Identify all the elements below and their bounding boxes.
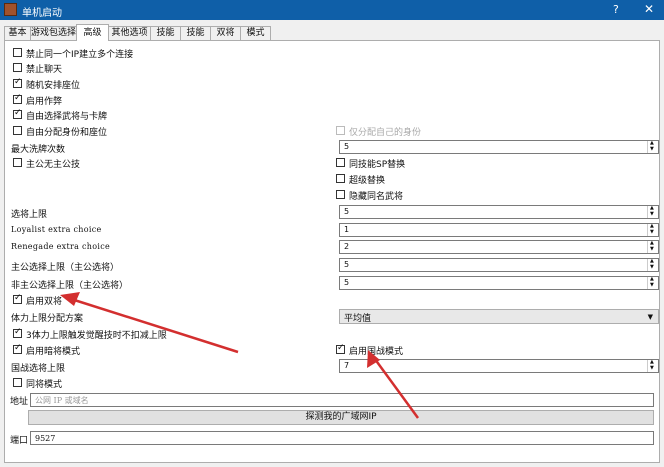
spinbox-arrows[interactable]: ▲ ▼ xyxy=(647,241,658,253)
spinbox-arrows[interactable]: ▲ ▼ xyxy=(647,277,658,289)
spinbox-value: 1 xyxy=(344,225,350,234)
choose-limit-spinbox[interactable]: 5 ▲ ▼ xyxy=(339,205,659,219)
option-label: 启用双将 xyxy=(26,297,63,307)
chevron-down-icon[interactable]: ▼ xyxy=(648,313,653,321)
checkbox[interactable] xyxy=(13,327,22,338)
lord-limit-spinbox[interactable]: 5 ▲ ▼ xyxy=(339,258,659,272)
national-limit-spinbox[interactable]: 7 ▲ ▼ xyxy=(339,359,659,373)
lord-limit-label: 主公选择上限（主公选将） xyxy=(11,263,120,273)
option-label: 超级替换 xyxy=(349,176,386,186)
tab-skills-1[interactable]: 技能 xyxy=(150,26,181,40)
checkbox[interactable] xyxy=(13,378,22,387)
option-label: 启用作弊 xyxy=(26,97,63,107)
option-label: 仅分配自己的身份 xyxy=(349,128,422,138)
option-label: 同技能SP替换 xyxy=(349,160,406,170)
option-label: 自由分配身份和座位 xyxy=(26,128,108,138)
spinbox-value: 5 xyxy=(344,142,350,151)
loyalist-extra-label: Loyalist extra choice xyxy=(11,225,102,234)
nonlord-limit-label: 非主公选择上限（主公选将） xyxy=(11,281,129,291)
choose-limit-label: 选将上限 xyxy=(11,210,48,220)
checkbox[interactable] xyxy=(13,158,22,167)
nonlord-limit-spinbox[interactable]: 5 ▲ ▼ xyxy=(339,276,659,290)
national-limit-label: 国战选将上限 xyxy=(11,364,66,374)
loyalist-extra-spinbox[interactable]: 1 ▲ ▼ xyxy=(339,223,659,237)
checkbox[interactable] xyxy=(13,93,22,104)
checkbox[interactable] xyxy=(336,343,345,354)
option-label: 同将模式 xyxy=(26,380,63,390)
option-label: 主公无主公技 xyxy=(26,160,81,170)
renegade-extra-spinbox[interactable]: 2 ▲ ▼ xyxy=(339,240,659,254)
address-field[interactable] xyxy=(30,393,654,407)
max-shuffle-label: 最大洗牌次数 xyxy=(11,145,66,155)
spin-down-icon[interactable]: ▼ xyxy=(650,212,654,217)
checkbox[interactable] xyxy=(336,174,345,183)
address-input[interactable] xyxy=(31,394,653,406)
hp-plan-label: 体力上限分配方案 xyxy=(11,314,84,324)
tab-basic[interactable]: 基本 xyxy=(4,26,31,40)
tab-double-general[interactable]: 双将 xyxy=(210,26,241,40)
spinbox-arrows[interactable]: ▲ ▼ xyxy=(647,224,658,236)
window-title: 单机启动 xyxy=(22,8,62,19)
spinbox-arrows[interactable]: ▲ ▼ xyxy=(647,141,658,153)
tab-advanced[interactable]: 高级 xyxy=(76,24,109,41)
checkbox[interactable] xyxy=(13,126,22,135)
max-shuffle-spinbox[interactable]: 5 ▲ ▼ xyxy=(339,140,659,154)
spinbox-arrows[interactable]: ▲ ▼ xyxy=(647,206,658,218)
tab-other-options[interactable]: 其他选项 xyxy=(108,26,151,40)
tab-mode[interactable]: 模式 xyxy=(240,26,271,40)
spinbox-value: 5 xyxy=(344,260,350,269)
checkbox[interactable] xyxy=(336,190,345,199)
spinbox-value: 5 xyxy=(344,278,350,287)
spin-down-icon[interactable]: ▼ xyxy=(650,265,654,270)
port-label: 端口 xyxy=(10,436,29,446)
checkbox[interactable] xyxy=(13,77,22,88)
spin-down-icon[interactable]: ▼ xyxy=(650,283,654,288)
help-button[interactable]: ? xyxy=(613,3,619,16)
app-icon xyxy=(4,3,17,16)
spinbox-value: 2 xyxy=(344,242,350,251)
option-label: 启用暗将模式 xyxy=(26,347,81,357)
spinbox-arrows[interactable]: ▲ ▼ xyxy=(647,360,658,372)
tab-package-select[interactable]: 游戏包选择 xyxy=(30,26,77,40)
option-label: 自由选择武将与卡牌 xyxy=(26,112,108,122)
spin-down-icon[interactable]: ▼ xyxy=(650,230,654,235)
port-input[interactable] xyxy=(31,432,653,444)
checkbox[interactable] xyxy=(13,108,22,119)
detect-wan-ip-button[interactable]: 探测我的广域网IP xyxy=(28,410,654,425)
port-field[interactable] xyxy=(30,431,654,445)
checkbox[interactable] xyxy=(13,48,22,57)
spinbox-value: 5 xyxy=(344,207,350,216)
spinbox-arrows[interactable]: ▲ ▼ xyxy=(647,259,658,271)
option-label: 禁止聊天 xyxy=(26,65,63,75)
spin-down-icon[interactable]: ▼ xyxy=(650,147,654,152)
close-button[interactable]: ✕ xyxy=(644,2,654,16)
option-label: 启用国战模式 xyxy=(349,347,404,357)
option-label: 隐藏同名武将 xyxy=(349,192,404,202)
checkbox[interactable] xyxy=(13,293,22,304)
address-label: 地址 xyxy=(10,397,29,407)
hp-plan-dropdown[interactable]: 平均值 ▼ xyxy=(339,309,659,324)
checkbox[interactable] xyxy=(13,343,22,354)
spin-down-icon[interactable]: ▼ xyxy=(650,247,654,252)
checkbox[interactable] xyxy=(13,63,22,72)
option-label: 禁止同一个IP建立多个连接 xyxy=(26,50,134,60)
spinbox-value: 7 xyxy=(344,361,350,370)
renegade-extra-label: Renegade extra choice xyxy=(11,242,111,251)
title-bar: 单机启动 ? ✕ xyxy=(0,0,664,20)
option-label: 3体力上限触发觉醒技时不扣减上限 xyxy=(26,331,167,341)
option-label: 随机安排座位 xyxy=(26,81,81,91)
checkbox[interactable] xyxy=(336,158,345,167)
dropdown-value: 平均值 xyxy=(344,314,372,324)
checkbox xyxy=(336,126,345,135)
tab-skills-2[interactable]: 技能 xyxy=(180,26,211,40)
spin-down-icon[interactable]: ▼ xyxy=(650,366,654,371)
